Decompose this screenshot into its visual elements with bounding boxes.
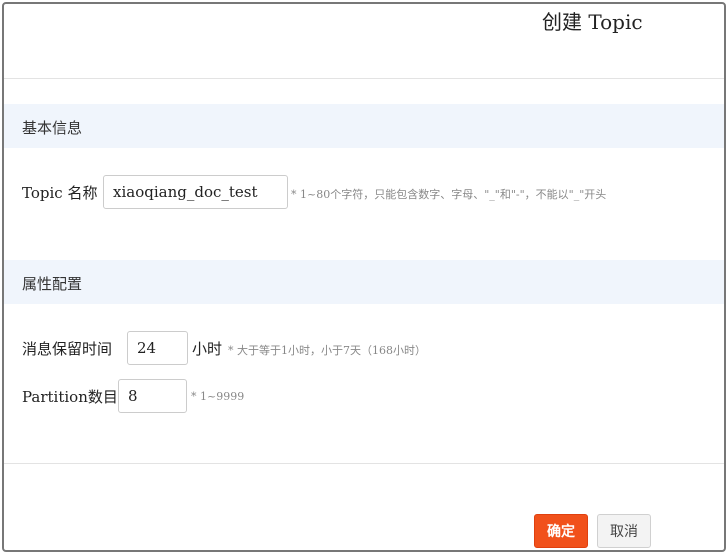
partition-input[interactable] (118, 379, 187, 413)
header-divider (4, 78, 724, 79)
confirm-button[interactable]: 确定 (534, 514, 588, 548)
retention-unit: 小时 (192, 340, 223, 358)
section-property-config: 属性配置 (4, 260, 724, 304)
dialog-title: 创建 Topic (542, 10, 643, 34)
create-topic-dialog: 创建 Topic 基本信息 Topic 名称 * 1~80个字符，只能包含数字、… (2, 2, 726, 552)
topic-name-label: Topic 名称 (22, 184, 98, 202)
footer-divider (4, 463, 724, 464)
partition-label: Partition数目 (22, 388, 118, 406)
section-basic-info: 基本信息 (4, 104, 724, 148)
partition-hint: * 1~9999 (191, 390, 245, 403)
section-property-config-heading: 属性配置 (22, 275, 83, 293)
retention-input[interactable] (127, 331, 188, 365)
cancel-button[interactable]: 取消 (597, 514, 651, 548)
retention-label: 消息保留时间 (22, 340, 113, 358)
topic-name-hint: * 1~80个字符，只能包含数字、字母、"_"和"-"，不能以"_"开头 (291, 188, 607, 201)
retention-hint: * 大于等于1小时，小于7天（168小时） (228, 344, 426, 357)
section-basic-info-heading: 基本信息 (22, 119, 83, 137)
topic-name-input[interactable] (103, 175, 288, 209)
